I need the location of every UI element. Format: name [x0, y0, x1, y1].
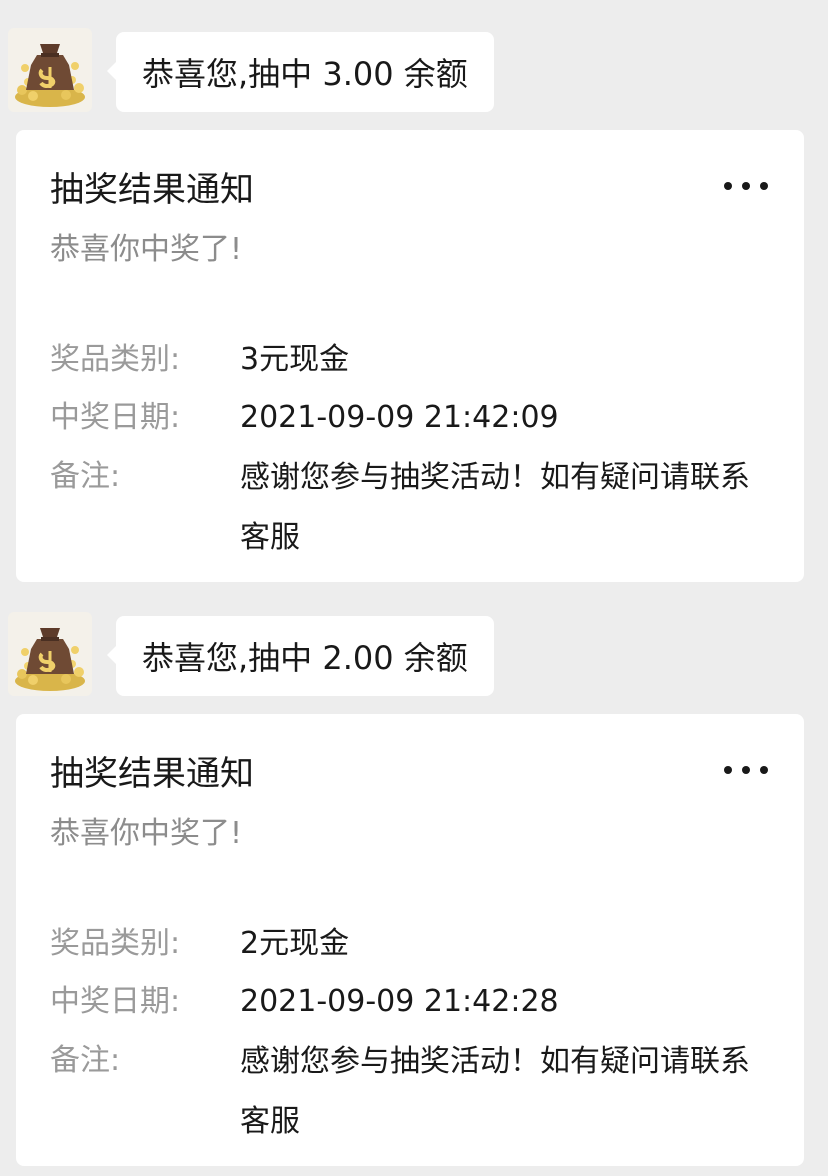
date-value: 2021-09-09 21:42:28 [240, 984, 559, 1019]
lottery-result-card[interactable]: 抽奖结果通知 恭喜你中奖了! 奖品类别: 2元现金 中奖日期: 2021-09-… [16, 714, 804, 1166]
chat-bubble-text: 恭喜您,抽中 2.00 余额 [142, 639, 468, 677]
chat-message-row: 恭喜您,抽中 3.00 余额 [0, 28, 828, 114]
lottery-result-card[interactable]: 抽奖结果通知 恭喜你中奖了! 奖品类别: 3元现金 中奖日期: 2021-09-… [16, 130, 804, 582]
remark-value: 感谢您参与抽奖活动！如有疑问请联系客服 [240, 460, 750, 555]
more-icon[interactable] [724, 748, 768, 792]
chat-bubble-text: 恭喜您,抽中 3.00 余额 [142, 55, 468, 93]
sender-avatar[interactable] [8, 612, 92, 696]
prize-label: 奖品类别: [50, 342, 181, 377]
chat-bubble[interactable]: 恭喜您,抽中 2.00 余额 [107, 616, 494, 696]
prize-value: 2元现金 [240, 926, 350, 961]
more-icon[interactable] [724, 164, 768, 208]
sender-avatar[interactable] [8, 28, 92, 112]
chat-bubble[interactable]: 恭喜您,抽中 3.00 余额 [107, 32, 494, 112]
money-bag-icon [8, 28, 92, 112]
money-bag-icon [8, 612, 92, 696]
remark-label: 备注: [50, 1043, 121, 1078]
date-label: 中奖日期: [50, 400, 181, 435]
date-value: 2021-09-09 21:42:09 [240, 400, 559, 435]
prize-label: 奖品类别: [50, 926, 181, 961]
card-subtitle: 恭喜你中奖了! [50, 816, 243, 851]
card-title: 抽奖结果通知 [50, 754, 254, 794]
remark-label: 备注: [50, 459, 121, 494]
remark-value: 感谢您参与抽奖活动！如有疑问请联系客服 [240, 1044, 750, 1139]
date-label: 中奖日期: [50, 984, 181, 1019]
card-title: 抽奖结果通知 [50, 170, 254, 210]
prize-value: 3元现金 [240, 342, 350, 377]
card-subtitle: 恭喜你中奖了! [50, 232, 243, 267]
chat-message-row: 恭喜您,抽中 2.00 余额 [0, 612, 828, 698]
